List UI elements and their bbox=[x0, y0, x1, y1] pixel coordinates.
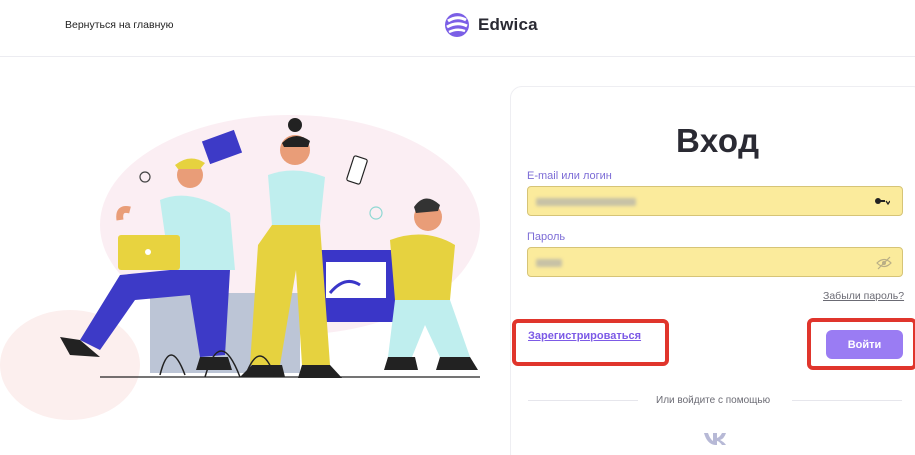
people-illustration bbox=[0, 115, 480, 420]
password-label: Пароль bbox=[527, 231, 566, 243]
eye-hidden-icon[interactable] bbox=[876, 256, 892, 270]
vk-icon[interactable] bbox=[703, 432, 727, 446]
register-highlight bbox=[512, 319, 669, 366]
login-button[interactable]: Войти bbox=[826, 330, 903, 359]
register-link[interactable]: Зарегистрироваться bbox=[528, 330, 641, 342]
logo-icon bbox=[445, 13, 469, 37]
alt-login-text: Или войдите с помощью bbox=[656, 395, 771, 406]
login-value-obscured bbox=[536, 198, 636, 206]
divider-left bbox=[528, 400, 638, 401]
login-label: E-mail или логин bbox=[527, 170, 612, 182]
key-icon[interactable] bbox=[874, 196, 890, 208]
forgot-password-link[interactable]: Забыли пароль? bbox=[823, 290, 904, 302]
password-input[interactable] bbox=[527, 247, 903, 277]
page-title: Вход bbox=[676, 122, 760, 159]
password-value-obscured bbox=[536, 259, 562, 267]
back-to-home-link[interactable]: Вернуться на главную bbox=[65, 19, 174, 31]
divider-right bbox=[792, 400, 902, 401]
top-bar: Вернуться на главную Edwica bbox=[0, 0, 915, 57]
logo[interactable]: Edwica bbox=[444, 12, 538, 38]
login-input[interactable] bbox=[527, 186, 903, 216]
logo-text: Edwica bbox=[478, 15, 538, 34]
